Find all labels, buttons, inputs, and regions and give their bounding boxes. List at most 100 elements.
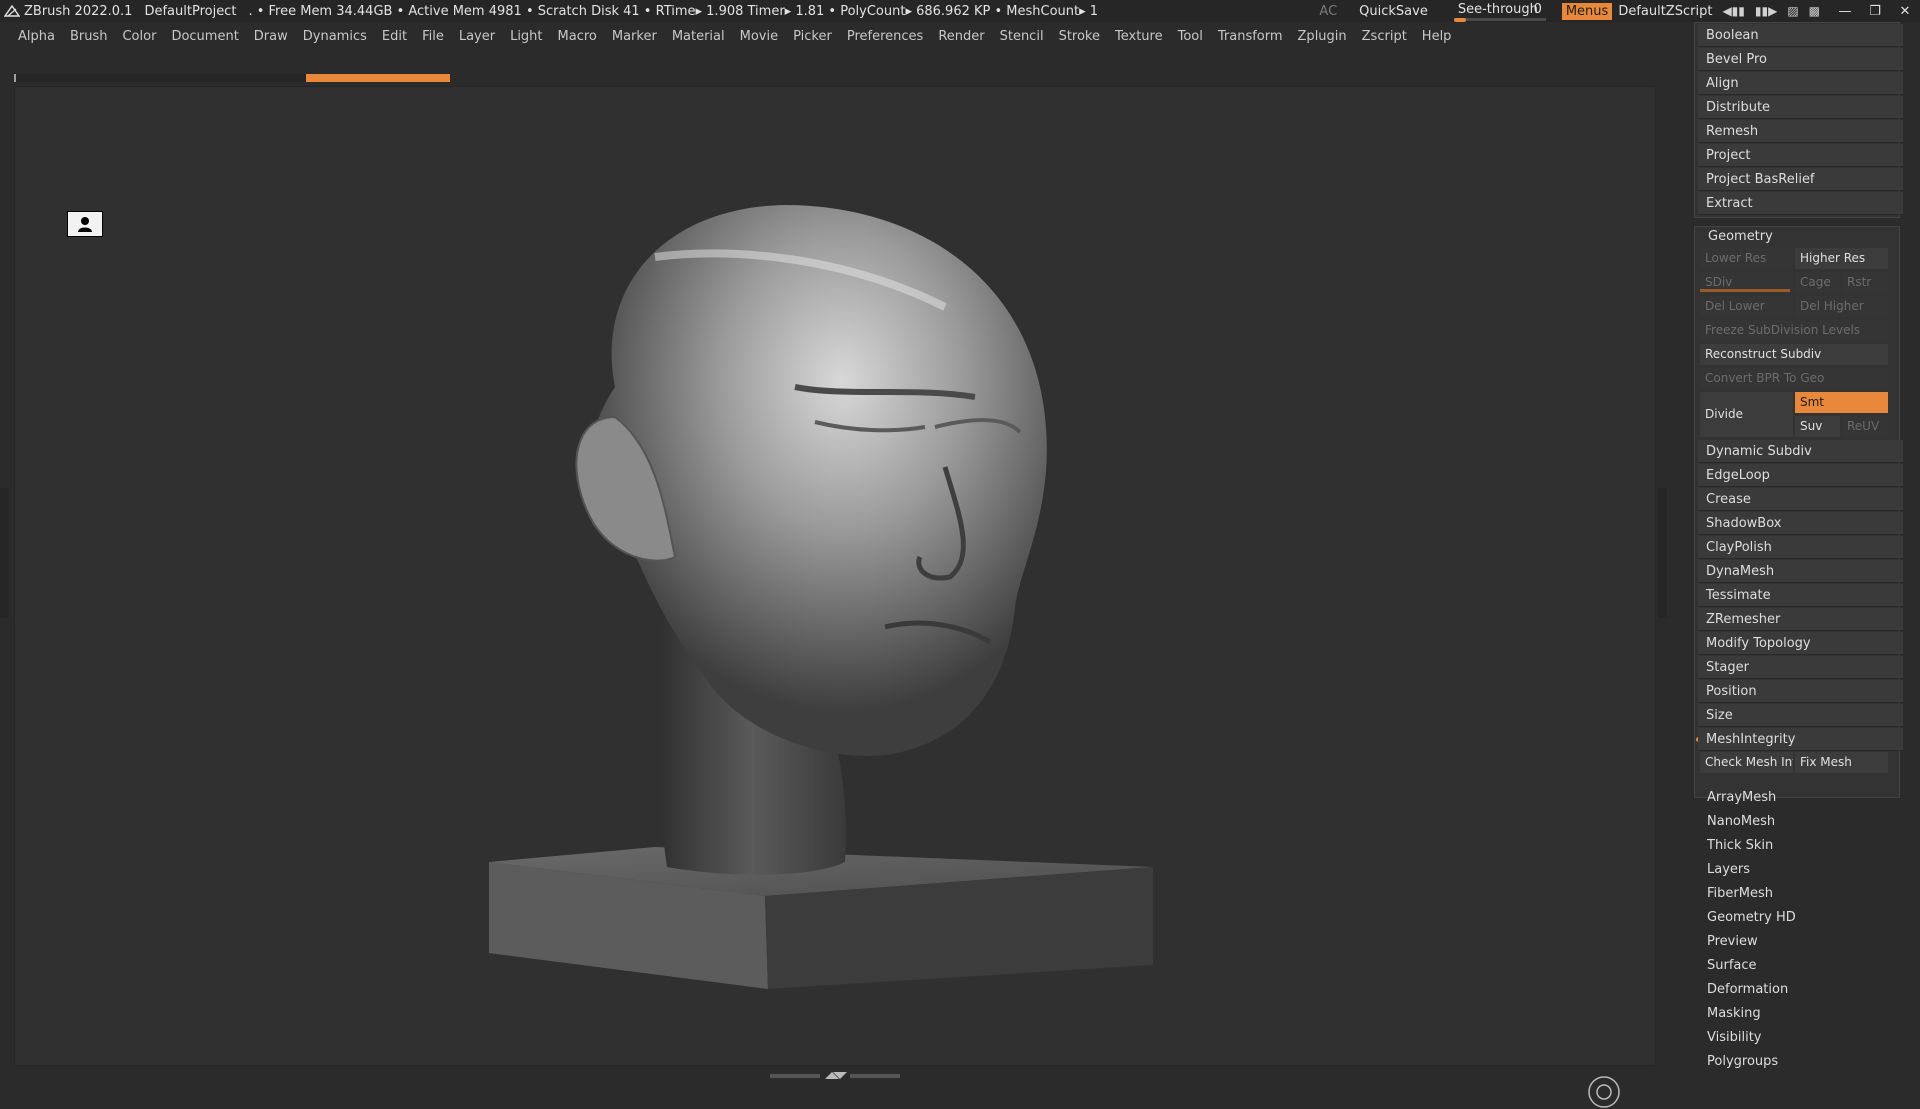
zremesher-button[interactable]: ZRemesher [1698,608,1903,631]
menu-stencil[interactable]: Stencil [1000,29,1044,44]
color-scheme-icon[interactable]: ▩ [1809,4,1820,18]
stager-button[interactable]: Stager [1698,656,1903,679]
left-tray-toggle[interactable] [0,488,9,618]
menu-render[interactable]: Render [938,29,984,44]
see-through-track[interactable] [1453,18,1546,21]
menu-marker[interactable]: Marker [612,29,657,44]
reconstruct-subdiv-button[interactable]: Reconstruct Subdiv [1700,344,1888,365]
subpalette-surface[interactable]: Surface [1707,958,1757,973]
subpalette-polygroups[interactable]: Polygroups [1707,1054,1778,1069]
bevel-pro-button[interactable]: Bevel Pro [1698,48,1903,71]
subpalette-deformation[interactable]: Deformation [1707,982,1788,997]
crease-button[interactable]: Crease [1698,488,1903,511]
app-title: ZBrush 2022.0.1 [24,3,133,19]
lower-res-button[interactable]: Lower Res [1700,248,1793,269]
smt-toggle[interactable]: Smt [1795,392,1888,413]
menu-macro[interactable]: Macro [558,29,597,44]
size-button[interactable]: Size [1698,704,1903,727]
modify-topology-button[interactable]: Modify Topology [1698,632,1903,655]
menu-alpha[interactable]: Alpha [18,29,55,44]
menu-preferences[interactable]: Preferences [847,29,923,44]
del-higher-button[interactable]: Del Higher [1795,296,1888,317]
extract-button[interactable]: Extract [1698,192,1903,215]
del-lower-button[interactable]: Del Lower [1700,296,1793,317]
reuv-button[interactable]: ReUV [1842,416,1888,437]
distribute-button[interactable]: Distribute [1698,96,1903,119]
progress-start-tick [14,74,16,82]
subpalette-masking[interactable]: Masking [1707,1006,1761,1021]
divide-button[interactable]: Divide [1700,392,1793,437]
subpalette-arraymesh[interactable]: ArrayMesh [1707,790,1776,805]
menu-stroke[interactable]: Stroke [1059,29,1100,44]
menu-tool[interactable]: Tool [1178,29,1203,44]
layout-left-icon[interactable]: ◀▮▮ [1722,4,1744,18]
menu-draw[interactable]: Draw [254,29,288,44]
close-icon[interactable]: ✕ [1890,4,1920,19]
menu-texture[interactable]: Texture [1115,29,1163,44]
menu-movie[interactable]: Movie [740,29,778,44]
see-through-label: See-through [1457,2,1538,17]
layout-right-icon[interactable]: ▮▮▶ [1755,4,1777,18]
menu-help[interactable]: Help [1422,29,1452,44]
ui-layout-icon[interactable]: ▨ [1787,4,1798,18]
sdiv-slider-track [1700,289,1790,292]
convert-bpr-button[interactable]: Convert BPR To Geo [1700,368,1888,389]
menu-material[interactable]: Material [672,29,725,44]
menu-dynamics[interactable]: Dynamics [303,29,367,44]
progress-fill [306,74,450,82]
menu-transform[interactable]: Transform [1218,29,1283,44]
position-button[interactable]: Position [1698,680,1903,703]
menu-zscript[interactable]: Zscript [1362,29,1407,44]
ac-button[interactable]: AC [1319,4,1337,19]
subpalette-visibility[interactable]: Visibility [1707,1030,1761,1045]
menu-edit[interactable]: Edit [382,29,407,44]
bottom-tray-handle-icon[interactable] [770,1070,900,1080]
zbrush-logo-icon [4,4,20,17]
dynamic-subdiv-button[interactable]: Dynamic Subdiv [1698,440,1903,463]
minimize-icon[interactable]: — [1830,4,1860,19]
align-button[interactable]: Align [1698,72,1903,95]
menus-toggle-button[interactable]: Menus [1561,2,1613,20]
tessimate-button[interactable]: Tessimate [1698,584,1903,607]
subpalette-thick-skin[interactable]: Thick Skin [1707,838,1773,853]
restore-icon[interactable]: ❐ [1860,4,1890,19]
menu-color[interactable]: Color [122,29,156,44]
higher-res-button[interactable]: Higher Res [1795,248,1888,269]
edgeloop-button[interactable]: EdgeLoop [1698,464,1903,487]
subpalette-preview[interactable]: Preview [1707,934,1758,949]
rstr-button[interactable]: Rstr [1842,272,1888,293]
menu-file[interactable]: File [422,29,444,44]
memory-stats: . • Free Mem 34.44GB • Active Mem 4981 •… [248,3,1099,19]
project-button[interactable]: Project [1698,144,1903,167]
boolean-button[interactable]: Boolean [1698,24,1903,47]
see-through-slider[interactable]: See-through 0 [1453,0,1546,22]
canvas-viewport[interactable] [14,86,1656,1108]
mesh-integrity-button[interactable]: MeshIntegrity [1698,728,1903,751]
right-tray-toggle[interactable] [1658,488,1667,618]
check-mesh-integrity-button[interactable]: Check Mesh Integrity [1700,752,1793,773]
freeze-subdivision-button[interactable]: Freeze SubDivision Levels [1700,320,1888,341]
subpalette-layers[interactable]: Layers [1707,862,1750,877]
default-zscript-button[interactable]: DefaultZScript [1618,4,1712,19]
subpalette-geometry-hd[interactable]: Geometry HD [1707,910,1796,925]
remesh-button[interactable]: Remesh [1698,120,1903,143]
perspective-camera-icon[interactable] [67,211,103,237]
menu-document[interactable]: Document [171,29,238,44]
menu-zplugin[interactable]: Zplugin [1298,29,1347,44]
suv-toggle[interactable]: Suv [1795,416,1840,437]
subpalette-nanomesh[interactable]: NanoMesh [1707,814,1775,829]
fix-mesh-button[interactable]: Fix Mesh [1795,752,1888,773]
dynamesh-button[interactable]: DynaMesh [1698,560,1903,583]
menu-brush[interactable]: Brush [70,29,108,44]
cage-button[interactable]: Cage [1795,272,1840,293]
menu-light[interactable]: Light [510,29,542,44]
subpalette-fibermesh[interactable]: FiberMesh [1707,886,1773,901]
navigation-gyro-icon[interactable] [1587,1075,1621,1109]
quicksave-button[interactable]: QuickSave [1359,4,1428,19]
claypolish-button[interactable]: ClayPolish [1698,536,1903,559]
geometry-title[interactable]: Geometry [1708,229,1773,244]
menu-layer[interactable]: Layer [459,29,495,44]
project-basrelief-button[interactable]: Project BasRelief [1698,168,1903,191]
shadowbox-button[interactable]: ShadowBox [1698,512,1903,535]
menu-picker[interactable]: Picker [793,29,832,44]
